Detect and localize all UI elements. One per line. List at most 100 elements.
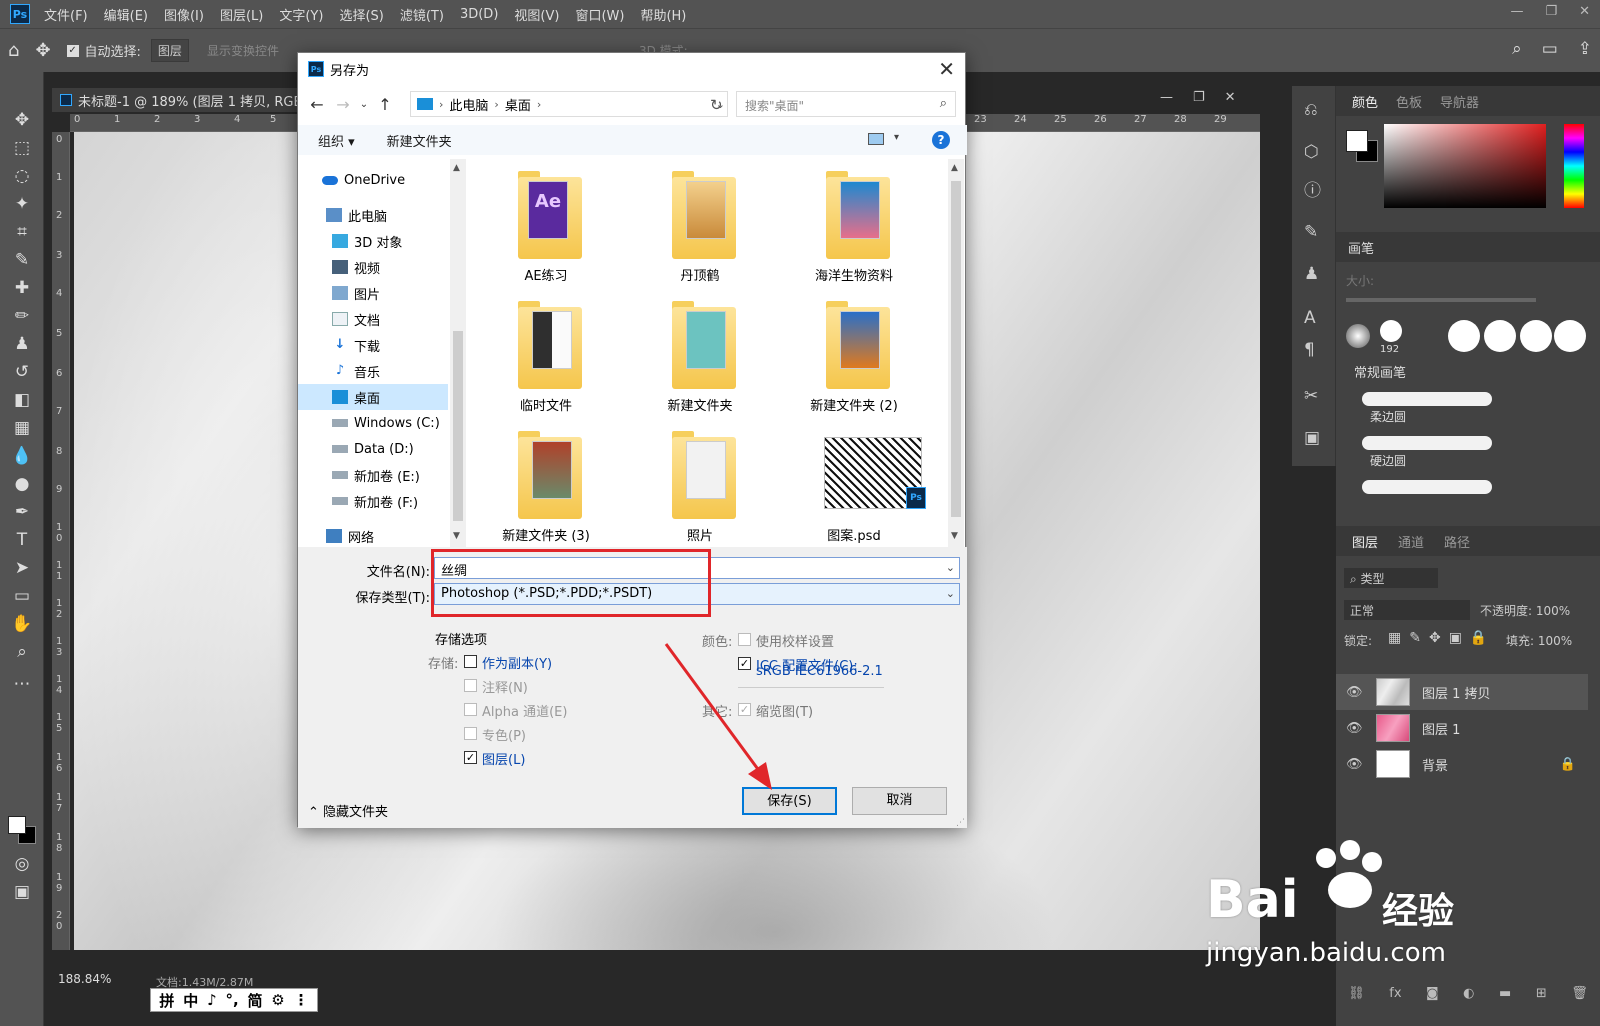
use-proof-checkbox[interactable]	[738, 633, 751, 646]
cancel-button[interactable]: 取消	[852, 787, 947, 815]
properties-icon[interactable]: ▣	[1304, 428, 1320, 448]
minimize-icon[interactable]: —	[1510, 4, 1523, 19]
up-arrow-icon[interactable]: ↑	[372, 95, 398, 114]
menu-image[interactable]: 图像(I)	[164, 5, 204, 24]
nav-item-downloads[interactable]: ↓ 下载	[298, 332, 448, 358]
blend-mode-dropdown[interactable]: 正常	[1344, 600, 1470, 620]
scroll-down-icon[interactable]: ▼	[453, 531, 460, 541]
tool-presets-icon[interactable]: ✂	[1304, 386, 1318, 406]
brush-tip-hard-1[interactable]	[1448, 320, 1480, 352]
pen-icon[interactable]: ✒	[10, 500, 34, 524]
chevron-down-icon[interactable]: ⌄	[946, 561, 955, 574]
link-layers-icon[interactable]: ⛓	[1348, 986, 1365, 1010]
visibility-eye-icon[interactable]: 👁	[1346, 685, 1364, 700]
address-bar[interactable]: › 此电脑 › 桌面 › ⌄	[410, 91, 728, 117]
nav-item-drive-c[interactable]: Windows (C:)	[298, 410, 448, 436]
visibility-eye-icon[interactable]: 👁	[1346, 721, 1364, 736]
doc-minimize-icon[interactable]: —	[1160, 90, 1173, 105]
ime-chinese-mode[interactable]: 中	[183, 990, 198, 1011]
alpha-channels-checkbox[interactable]	[464, 703, 477, 716]
chevron-down-icon[interactable]: ⌄	[946, 587, 955, 600]
menu-filter[interactable]: 滤镜(T)	[400, 5, 444, 24]
search-icon[interactable]: ⌕	[940, 96, 947, 111]
blur-icon[interactable]: 💧	[10, 444, 34, 468]
info-icon[interactable]: ⓘ	[1304, 176, 1321, 201]
show-transform-controls-label[interactable]: 显示变换控件	[207, 42, 279, 59]
eyedropper-icon[interactable]: ✎	[10, 248, 34, 272]
add-mask-icon[interactable]: ◙	[1426, 986, 1439, 1010]
zoom-readout[interactable]: 188.84%	[58, 972, 111, 986]
brush-tip-hard-4[interactable]	[1554, 320, 1586, 352]
home-icon[interactable]: ⌂	[8, 40, 19, 61]
brush-tip-hard-2[interactable]	[1484, 320, 1516, 352]
nav-item-drive-f[interactable]: 新加卷 (F:)	[298, 488, 448, 514]
foreground-color-swatch[interactable]	[8, 816, 26, 834]
resize-grip-icon[interactable]: ⋰	[956, 818, 965, 828]
healing-brush-icon[interactable]: ✚	[10, 276, 34, 300]
layers-label[interactable]: 图层(L)	[482, 749, 525, 768]
adjustment-layer-icon[interactable]: ◐	[1463, 986, 1474, 1010]
ime-half-width-icon[interactable]: ♪	[207, 991, 217, 1009]
ime-simplified-mode[interactable]: 简	[247, 990, 262, 1011]
character-icon[interactable]: A	[1304, 308, 1316, 328]
nav-item-drive-d[interactable]: Data (D:)	[298, 436, 448, 462]
nav-item-this-pc[interactable]: 此电脑	[298, 202, 448, 228]
view-dropdown-icon[interactable]: ▾	[894, 132, 899, 143]
clone-source-icon[interactable]: ♟	[1304, 264, 1319, 284]
nav-item-desktop[interactable]: 桌面	[298, 384, 448, 410]
type-tool-icon[interactable]: T	[10, 528, 34, 552]
recent-locations-icon[interactable]: ⌄	[356, 99, 372, 110]
move-tool-icon[interactable]: ✥	[35, 40, 50, 61]
panel-foreground-swatch[interactable]	[1346, 130, 1368, 152]
quick-mask-icon[interactable]: ◎	[10, 852, 34, 876]
folder-item[interactable]: 新建文件夹	[630, 293, 770, 421]
search-input[interactable]: 搜索"桌面" ⌕	[736, 91, 956, 117]
dodge-icon[interactable]: ●	[10, 472, 34, 496]
scroll-up-icon[interactable]: ▲	[951, 163, 958, 173]
layer-filter-dropdown[interactable]: ⌕ 类型	[1344, 568, 1438, 588]
nav-item-drive-e[interactable]: 新加卷 (E:)	[298, 462, 448, 488]
organize-button[interactable]: 组织 ▾	[318, 131, 355, 150]
menu-view[interactable]: 视图(V)	[514, 5, 559, 24]
menu-window[interactable]: 窗口(W)	[575, 5, 624, 24]
file-list-scrollbar[interactable]: ▲ ▼	[948, 159, 964, 547]
crop-icon[interactable]: ⌗	[10, 220, 34, 244]
doc-restore-icon[interactable]: ❐	[1193, 90, 1205, 105]
notes-checkbox[interactable]	[464, 679, 477, 692]
lock-icons[interactable]: ▦✎✥▣🔒	[1388, 630, 1495, 646]
more-tools-icon[interactable]: ⋯	[10, 672, 34, 696]
tab-layers[interactable]: 图层	[1346, 532, 1384, 551]
nav-item-videos[interactable]: 视频	[298, 254, 448, 280]
ime-pinyin-icon[interactable]: 拼	[159, 990, 174, 1011]
new-group-icon[interactable]: ▬	[1499, 986, 1511, 1010]
clone-stamp-icon[interactable]: ♟	[10, 332, 34, 356]
search-icon[interactable]: ⌕	[1512, 39, 1522, 59]
scroll-thumb[interactable]	[951, 181, 961, 517]
menu-type[interactable]: 文字(Y)	[279, 5, 323, 24]
menu-help[interactable]: 帮助(H)	[640, 5, 686, 24]
menu-edit[interactable]: 编辑(E)	[104, 5, 148, 24]
brush-stroke-3[interactable]	[1362, 480, 1492, 494]
marquee-icon[interactable]: ⬚	[10, 136, 34, 160]
thumbnail-checkbox[interactable]: ✓	[738, 703, 751, 716]
as-copy-label[interactable]: 作为副本(Y)	[482, 653, 552, 672]
brush-settings-icon[interactable]: ✎	[1304, 222, 1318, 242]
new-folder-button[interactable]: 新建文件夹	[387, 131, 452, 150]
icc-profile-checkbox[interactable]: ✓	[738, 657, 751, 670]
nav-item-music[interactable]: ♪ 音乐	[298, 358, 448, 384]
layer-style-icon[interactable]: fx	[1389, 986, 1401, 1010]
menu-select[interactable]: 选择(S)	[339, 5, 383, 24]
dialog-close-icon[interactable]: ✕	[938, 57, 955, 81]
brush-group-general[interactable]: 常规画笔	[1354, 362, 1406, 381]
layers-checkbox[interactable]: ✓	[464, 751, 477, 764]
new-layer-icon[interactable]: ⊞	[1536, 986, 1547, 1010]
nav-item-documents[interactable]: 文档	[298, 306, 448, 332]
fill-value[interactable]: 100%	[1538, 634, 1572, 648]
help-icon[interactable]: ?	[932, 131, 950, 149]
brush-tip-192[interactable]	[1380, 320, 1402, 342]
lasso-icon[interactable]: ◌	[10, 164, 34, 188]
folder-item[interactable]: 丹顶鹤	[630, 163, 770, 291]
nav-item-3d-objects[interactable]: 3D 对象	[298, 228, 448, 254]
view-options-icon[interactable]	[868, 133, 884, 145]
share-icon[interactable]: ⇪	[1578, 39, 1592, 59]
